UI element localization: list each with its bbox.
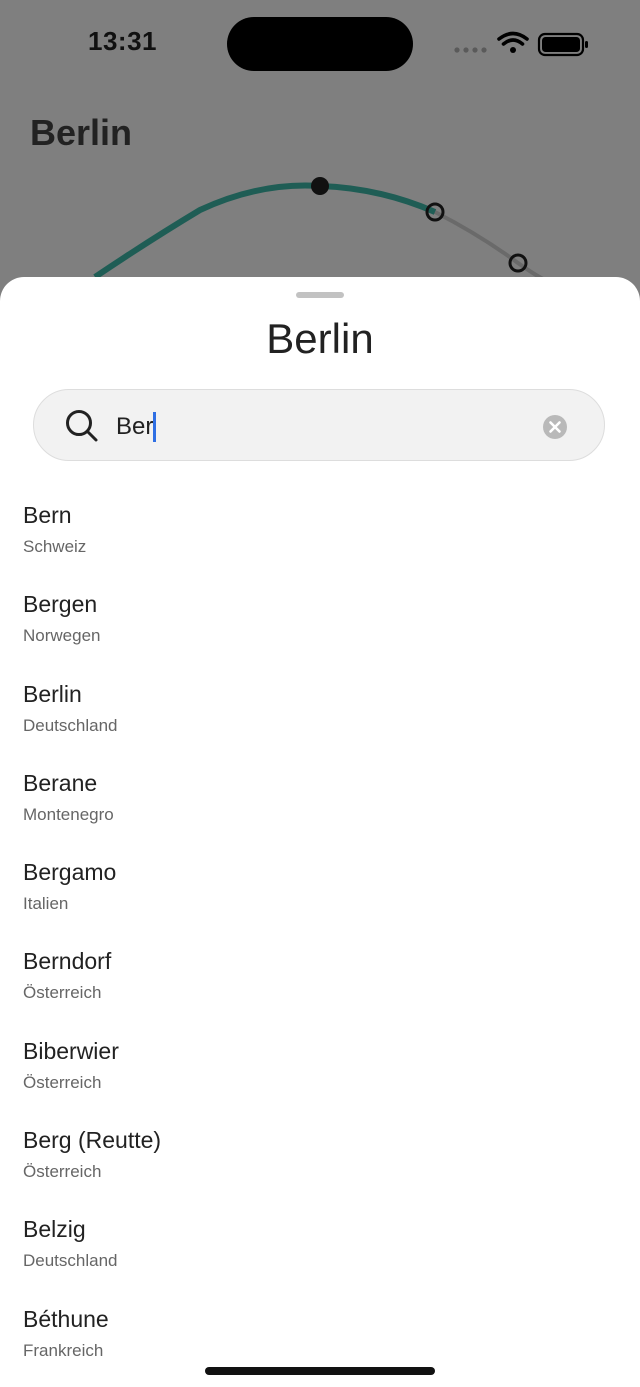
wifi-icon: [497, 31, 529, 53]
home-indicator: [205, 1367, 435, 1375]
background-page-title: Berlin: [30, 112, 133, 153]
result-item[interactable]: Berane Montenegro: [0, 767, 640, 856]
status-time: 13:31: [88, 26, 157, 56]
status-bar: 13:31: [0, 0, 640, 90]
result-country: Norwegen: [23, 626, 101, 646]
result-name: Biberwier: [23, 1037, 119, 1064]
result-country: Italien: [23, 894, 69, 914]
curve-current-point: [311, 177, 329, 195]
result-name: Belzig: [23, 1216, 86, 1243]
search-icon: [66, 410, 98, 442]
result-name: Berg (Reutte): [23, 1127, 162, 1154]
background-forecast-curve: [93, 177, 546, 282]
result-country: Österreich: [23, 1072, 102, 1092]
result-country: Schweiz: [23, 537, 87, 556]
result-name: Béthune: [23, 1305, 109, 1332]
result-item[interactable]: Bergen Norwegen: [0, 588, 640, 677]
result-item[interactable]: Berlin Deutschland: [0, 678, 640, 767]
result-item[interactable]: Berndorf Österreich: [0, 945, 640, 1034]
result-name: Bern: [23, 502, 72, 528]
result-item[interactable]: Biberwier Österreich: [0, 1035, 640, 1124]
result-item[interactable]: Bergamo Italien: [0, 856, 640, 945]
sheet-title: Berlin: [266, 315, 374, 362]
result-country: Deutschland: [23, 1251, 118, 1271]
result-country: Deutschland: [23, 715, 118, 735]
result-item[interactable]: Berg (Reutte) Österreich: [0, 1124, 640, 1213]
search-input[interactable]: Ber: [116, 410, 516, 444]
search-input-value: Ber: [116, 413, 154, 440]
search-bar[interactable]: Ber: [33, 389, 605, 461]
result-country: Österreich: [23, 1162, 102, 1182]
result-name: Bergen: [23, 591, 98, 618]
search-results-list: Bern Schweiz Bergen Norwegen Berlin Deut…: [0, 499, 640, 1387]
location-search-sheet: Berlin Ber Bern Schweiz Bergen Norwegen …: [0, 277, 640, 1387]
clear-icon[interactable]: [542, 414, 568, 440]
result-country: Frankreich: [23, 1340, 104, 1360]
sheet-grabber[interactable]: [296, 292, 344, 298]
status-icons: [454, 31, 588, 57]
signal-icon: [454, 47, 487, 53]
result-name: Berane: [23, 769, 98, 796]
result-item[interactable]: Bern Schweiz: [0, 499, 640, 588]
result-name: Berlin: [23, 680, 82, 707]
result-name: Berndorf: [23, 948, 112, 975]
result-item[interactable]: Belzig Deutschland: [0, 1213, 640, 1302]
battery-icon: [537, 32, 588, 57]
result-country: Montenegro: [23, 804, 114, 824]
result-name: Bergamo: [23, 859, 117, 886]
dynamic-island: [227, 17, 413, 71]
result-country: Österreich: [23, 983, 102, 1003]
text-caret: [153, 412, 157, 442]
